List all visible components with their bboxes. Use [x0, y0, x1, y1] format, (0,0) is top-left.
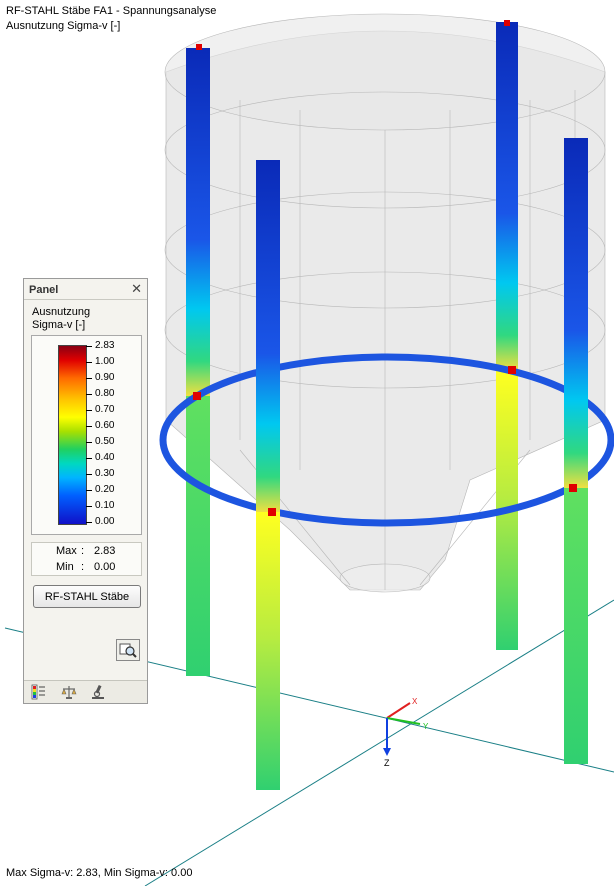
silo-shell	[164, 13, 606, 593]
magnifier-icon	[119, 643, 137, 658]
legend-heading: Ausnutzung	[32, 306, 91, 318]
legend-heading-unit: Sigma-v [-]	[32, 319, 86, 331]
scale-tick: 0.90	[85, 372, 115, 383]
scale-tick: 0.80	[85, 388, 115, 399]
column-front-right	[564, 138, 588, 764]
rf-stahl-staebe-button[interactable]: RF-STAHL Stäbe	[33, 585, 141, 608]
scale-tick: 1.00	[85, 356, 115, 367]
axis-y-label: Y	[423, 722, 429, 731]
scale-tick: 0.10	[85, 500, 115, 511]
max-separator: :	[81, 545, 85, 557]
panel-tab-bar	[24, 680, 147, 703]
scale-tick: 0.70	[85, 404, 115, 415]
min-separator: :	[81, 561, 85, 573]
column-front-left	[256, 160, 280, 790]
scale-tick: 2.83	[85, 340, 115, 351]
view-title: RF-STAHL Stäbe FA1 - Spannungsanalyse	[6, 5, 217, 17]
ground-axis-line	[144, 599, 614, 886]
color-scale-legend: 2.83 1.00 0.90 0.80 0.70 0.60 0.50 0.40 …	[31, 335, 142, 535]
coordinate-axes: X Y Z	[383, 697, 429, 768]
color-scale-bar	[58, 345, 87, 525]
close-icon[interactable]: ✕	[131, 281, 142, 297]
scale-tick: 0.40	[85, 452, 115, 463]
view-subtitle: Ausnutzung Sigma-v [-]	[6, 20, 121, 32]
microscope-icon[interactable]	[90, 684, 106, 700]
scale-tick: 0.30	[85, 468, 115, 479]
zoom-button[interactable]	[116, 639, 140, 661]
max-value: 2.83	[94, 545, 116, 557]
column-back-left	[186, 48, 210, 676]
divider	[24, 299, 147, 300]
panel-title: Panel	[29, 284, 59, 296]
scale-tick: 0.50	[85, 436, 115, 447]
balance-icon[interactable]	[61, 684, 77, 700]
max-label: Max	[56, 545, 77, 557]
min-value: 0.00	[94, 561, 116, 573]
status-text: Max Sigma-v: 2.83, Min Sigma-v: 0.00	[6, 867, 193, 879]
axis-x-label: X	[412, 697, 418, 706]
axis-z-label: Z	[384, 758, 390, 768]
scale-tick: 0.60	[85, 420, 115, 431]
scale-tick: 0.20	[85, 484, 115, 495]
column-back-right	[496, 22, 518, 650]
scale-tick: 0.00	[85, 516, 115, 527]
legend-panel[interactable]: Panel ✕ Ausnutzung Sigma-v [-] 2.83 1.00…	[23, 278, 148, 704]
min-label: Min	[56, 561, 74, 573]
max-min-box: Max : 2.83 Min : 0.00	[31, 542, 142, 576]
color-scale-icon[interactable]	[31, 684, 47, 700]
